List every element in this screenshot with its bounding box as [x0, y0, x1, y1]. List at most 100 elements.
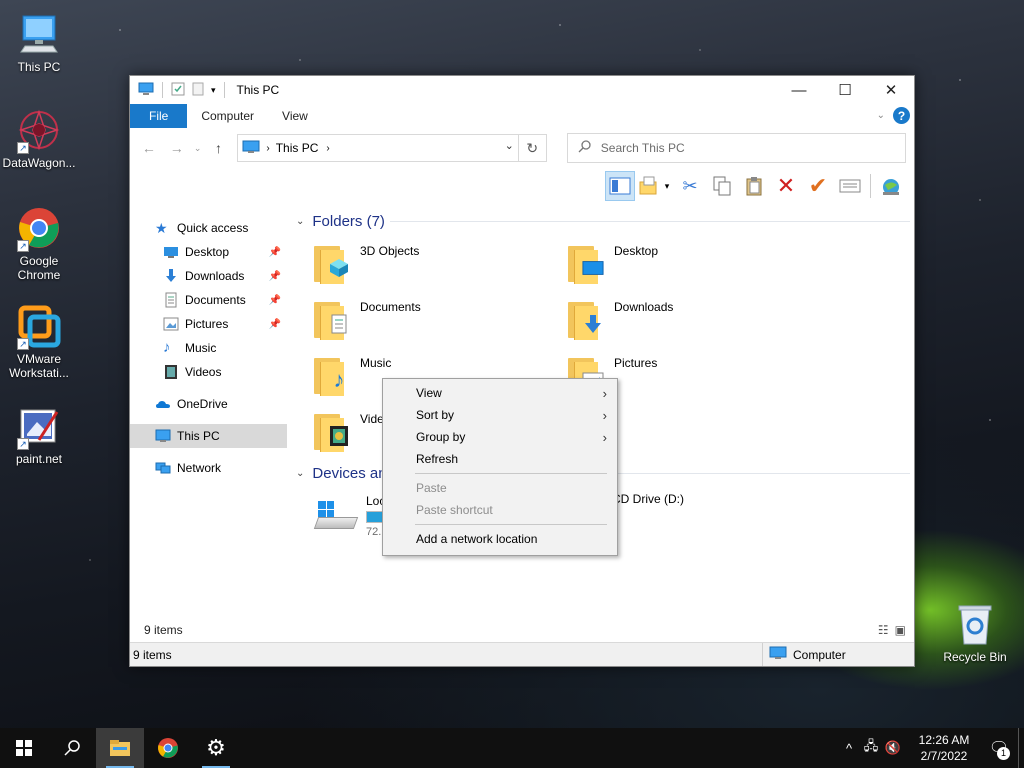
folder-tile-desktop[interactable]: Desktop	[566, 234, 820, 290]
new-item-icon[interactable]	[637, 171, 659, 201]
copy-icon[interactable]	[707, 171, 737, 201]
desktop-icon-chrome[interactable]: ↗ Google Chrome	[1, 206, 77, 282]
show-desktop-button[interactable]	[1018, 728, 1024, 768]
tab-computer[interactable]: Computer	[187, 104, 268, 128]
breadcrumb-chevron-icon[interactable]: ›	[326, 143, 329, 154]
back-arrow-icon[interactable]: ←	[138, 140, 160, 156]
help-icon[interactable]: ?	[893, 107, 910, 124]
menu-item-paste-shortcut: Paste shortcut	[383, 499, 617, 521]
taskbar-file-explorer[interactable]	[96, 728, 144, 768]
tab-file[interactable]: File	[130, 104, 188, 128]
address-bar[interactable]: › This PC › ⌄ ↻	[237, 134, 547, 162]
action-center-button[interactable]: 🗨 1	[980, 728, 1018, 768]
folder-name: Vide	[360, 412, 384, 426]
pin-icon[interactable]: 📌	[269, 295, 281, 306]
desktop-icon-vmware[interactable]: ↗ VMware Workstati...	[1, 304, 77, 380]
desktop-icon-label: Google Chrome	[17, 254, 61, 282]
music-icon: ♪	[333, 367, 345, 392]
menu-item-add-network-location[interactable]: Add a network location	[383, 528, 617, 550]
nav-videos[interactable]: Videos	[130, 360, 287, 384]
nav-label: Pictures	[185, 317, 229, 331]
this-pc-monitor-icon	[242, 140, 260, 157]
show-hidden-icons-chevron-icon[interactable]: ^	[838, 741, 860, 756]
menu-item-group-by[interactable]: Group by ›	[383, 426, 617, 448]
folder-name: Pictures	[614, 356, 658, 370]
close-button[interactable]: ✕	[868, 76, 914, 104]
collapse-chevron-icon[interactable]: ⌄	[296, 468, 304, 479]
properties-card-icon[interactable]	[835, 171, 865, 201]
details-view-icon[interactable]: ☷	[878, 623, 889, 637]
nav-quick-access[interactable]: ★ Quick access	[130, 216, 287, 240]
nav-pictures[interactable]: Pictures 📌	[130, 312, 287, 336]
search-button[interactable]	[48, 728, 96, 768]
nav-downloads[interactable]: Downloads 📌	[130, 264, 287, 288]
rename-check-icon[interactable]: ✔	[803, 171, 833, 201]
refresh-icon[interactable]: ↻	[517, 135, 546, 161]
folders-group-header[interactable]: ⌄ Folders (7)	[290, 208, 916, 234]
network-status-icon[interactable]: 🖧	[860, 737, 882, 759]
nav-documents[interactable]: Documents 📌	[130, 288, 287, 312]
forward-arrow-icon[interactable]: →	[166, 140, 188, 156]
folder-tile-documents[interactable]: Documents	[312, 290, 566, 346]
search-icon	[64, 740, 80, 756]
pin-icon[interactable]: 📌	[269, 319, 281, 330]
desktop-icon-recycle-bin[interactable]: Recycle Bin	[937, 602, 1013, 664]
group-title: Folders (7)	[312, 212, 385, 230]
window-controls: — ☐ ✕	[776, 76, 914, 104]
videos-icon	[328, 426, 350, 446]
menu-label: Paste shortcut	[416, 503, 493, 517]
taskbar: ⚙ ^ 🖧 🔇 12:26 AM 2/7/2022 🗨 1	[0, 728, 1024, 768]
customize-qat-chevron-icon[interactable]: ▾	[211, 85, 216, 96]
volume-muted-icon[interactable]: 🔇	[882, 740, 904, 756]
nav-this-pc[interactable]: This PC	[130, 424, 287, 448]
breadcrumb-this-pc[interactable]: This PC	[276, 141, 319, 155]
menu-item-refresh[interactable]: Refresh	[383, 448, 617, 470]
folder-icon	[312, 410, 352, 452]
nav-onedrive[interactable]: OneDrive	[130, 392, 287, 416]
cd-drive-tile[interactable]: CD Drive (D:)	[612, 486, 684, 506]
shortcut-arrow-icon: ↗	[17, 240, 29, 252]
downloads-icon	[163, 268, 179, 284]
nav-music[interactable]: ♪ Music	[130, 336, 287, 360]
properties-icon[interactable]	[171, 82, 185, 99]
nav-network[interactable]: Network	[130, 456, 287, 480]
tab-view[interactable]: View	[268, 104, 322, 128]
maximize-button[interactable]: ☐	[822, 76, 868, 104]
navigation-pane: ★ Quick access Desktop 📌 Downloads 📌 Doc…	[130, 216, 287, 480]
folder-name: Desktop	[614, 244, 659, 258]
minimize-button[interactable]: —	[776, 76, 822, 104]
folder-tile-downloads[interactable]: Downloads	[566, 290, 820, 346]
menu-item-view[interactable]: View ›	[383, 382, 617, 404]
pin-icon[interactable]: 📌	[269, 271, 281, 282]
desktop-icon-paintnet[interactable]: ↗ paint.net	[1, 404, 77, 466]
desktop-icon-label: This PC	[17, 60, 61, 74]
menu-item-sort-by[interactable]: Sort by ›	[383, 404, 617, 426]
delete-icon[interactable]: ✕	[771, 171, 801, 201]
desktop-icon-datawagon[interactable]: ↗ DataWagon...	[1, 108, 77, 170]
pin-icon[interactable]: 📌	[269, 247, 281, 258]
clock[interactable]: 12:26 AM 2/7/2022	[908, 732, 980, 764]
up-arrow-icon[interactable]: ↑	[208, 140, 230, 156]
taskbar-chrome[interactable]	[144, 728, 192, 768]
new-folder-icon[interactable]	[191, 82, 205, 99]
items-count: 9 items	[144, 623, 183, 637]
address-dropdown-chevron-icon[interactable]: ⌄	[505, 139, 514, 152]
expand-ribbon-chevron-icon[interactable]: ⌄	[877, 110, 885, 121]
breadcrumb-chevron-icon[interactable]: ›	[266, 143, 269, 154]
new-item-chevron-icon[interactable]: ▾	[661, 171, 673, 201]
desktop-icon-this-pc[interactable]: This PC	[1, 12, 77, 74]
collapse-chevron-icon[interactable]: ⌄	[296, 216, 304, 227]
recent-locations-chevron-icon[interactable]: ⌄	[194, 143, 202, 154]
paste-icon[interactable]	[739, 171, 769, 201]
network-globe-icon[interactable]	[876, 171, 906, 201]
cut-icon[interactable]: ✂	[675, 171, 705, 201]
large-icons-view-icon[interactable]: ▣	[895, 623, 906, 637]
folder-icon	[566, 242, 606, 284]
nav-desktop[interactable]: Desktop 📌	[130, 240, 287, 264]
quick-access-toolbar: ▾	[138, 82, 227, 99]
search-box[interactable]: Search This PC	[566, 133, 907, 163]
folder-tile-3d-objects[interactable]: 3D Objects	[312, 234, 566, 290]
taskbar-settings[interactable]: ⚙	[192, 728, 240, 768]
preview-pane-icon[interactable]	[605, 171, 635, 201]
start-button[interactable]	[0, 728, 48, 768]
